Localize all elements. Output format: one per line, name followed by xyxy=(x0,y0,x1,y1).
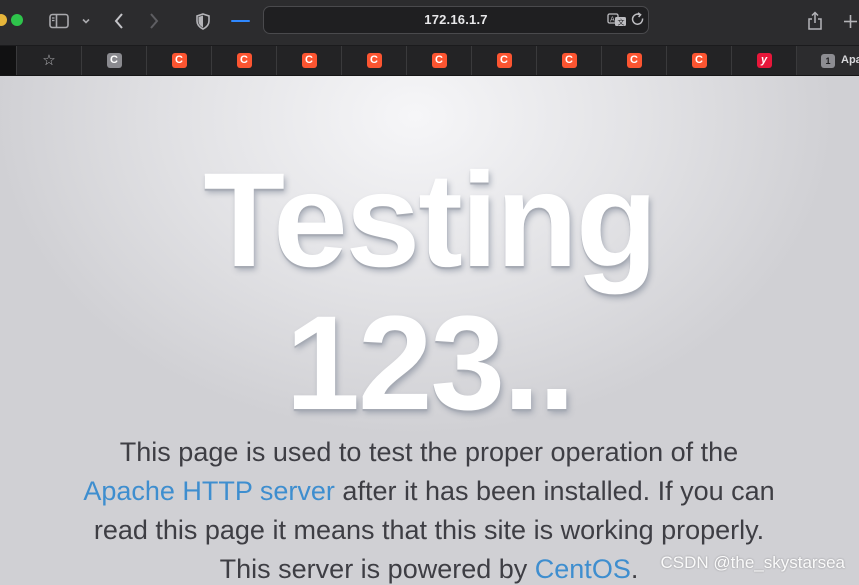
intro-text-1: This page is used to test the proper ope… xyxy=(119,437,739,467)
csdn-icon: C xyxy=(366,53,382,68)
share-icon xyxy=(808,11,822,30)
zoom-window-button[interactable] xyxy=(11,14,23,26)
csdn-icon: C xyxy=(431,53,447,68)
favorite-item[interactable]: C xyxy=(81,46,146,75)
favorite-item[interactable]: C xyxy=(666,46,731,75)
tab-count-badge: 1 xyxy=(821,54,835,68)
reload-icon[interactable] xyxy=(631,12,645,32)
intro-text-3: . xyxy=(630,554,639,584)
page-heading-line2: 123.. xyxy=(285,289,575,438)
forward-arrow-icon xyxy=(150,13,159,29)
csdn-icon: C xyxy=(301,53,317,68)
page-loading-indicator xyxy=(231,20,250,22)
favorites-bar: ☆ C C C C C C C C C Cy 1 Apache HTTP Server Test … xyxy=(0,46,859,76)
tab-title: Apache HTTP Server Test Page xyxy=(841,54,859,66)
csdn-watermark: CSDN @the_skystarsea xyxy=(660,553,846,572)
favorite-item[interactable]: C xyxy=(601,46,666,75)
favorite-item[interactable]: C xyxy=(211,46,276,75)
favorite-item[interactable]: C xyxy=(276,46,341,75)
privacy-shield-icon xyxy=(196,12,210,30)
csdn-icon: C xyxy=(496,53,512,68)
favorites-button[interactable]: ☆ xyxy=(16,46,81,75)
web-page: Testing 123.. This page is used to test … xyxy=(0,76,859,585)
csdn-icon: C xyxy=(626,53,642,68)
favorites-bar-edge xyxy=(0,46,16,75)
csdn-icon: C xyxy=(561,53,577,68)
back-button[interactable] xyxy=(110,8,128,34)
sidebar-icon xyxy=(49,13,69,29)
back-arrow-icon xyxy=(114,13,123,29)
favorite-item[interactable]: C xyxy=(146,46,211,75)
share-button[interactable] xyxy=(805,8,825,34)
csdn-icon: C xyxy=(236,53,252,68)
address-bar[interactable]: 172.16.1.7 A 文 xyxy=(263,6,649,34)
minimize-window-button[interactable] xyxy=(0,14,7,26)
browser-toolbar: 172.16.1.7 A 文 xyxy=(0,0,859,46)
favorite-item[interactable]: C xyxy=(536,46,601,75)
favorite-item[interactable]: y xyxy=(731,46,796,75)
star-icon: ☆ xyxy=(42,52,56,69)
svg-text:文: 文 xyxy=(618,18,625,27)
csdn-icon: C xyxy=(691,53,707,68)
favorite-item[interactable]: C xyxy=(341,46,406,75)
csdn-icon: C xyxy=(171,53,187,68)
csdn-icon: C xyxy=(106,53,122,68)
chevron-down-icon xyxy=(82,18,90,24)
favorite-item[interactable]: C xyxy=(471,46,536,75)
centos-link[interactable]: CentOS xyxy=(535,554,631,584)
new-tab-button[interactable] xyxy=(842,8,859,34)
svg-text:A: A xyxy=(610,16,615,24)
plus-icon xyxy=(844,14,857,28)
sidebar-menu-chevron[interactable] xyxy=(80,8,92,34)
privacy-report-button[interactable] xyxy=(194,8,212,34)
translate-icon[interactable]: A 文 xyxy=(607,13,627,32)
sidebar-toggle-button[interactable] xyxy=(47,8,71,34)
page-heading-line1: Testing xyxy=(203,146,658,295)
favorite-item[interactable]: C xyxy=(406,46,471,75)
address-text: 172.16.1.7 xyxy=(424,12,488,27)
youdao-icon: y xyxy=(756,53,772,68)
apache-http-server-link[interactable]: Apache HTTP server xyxy=(83,476,335,506)
forward-button[interactable] xyxy=(145,8,163,34)
